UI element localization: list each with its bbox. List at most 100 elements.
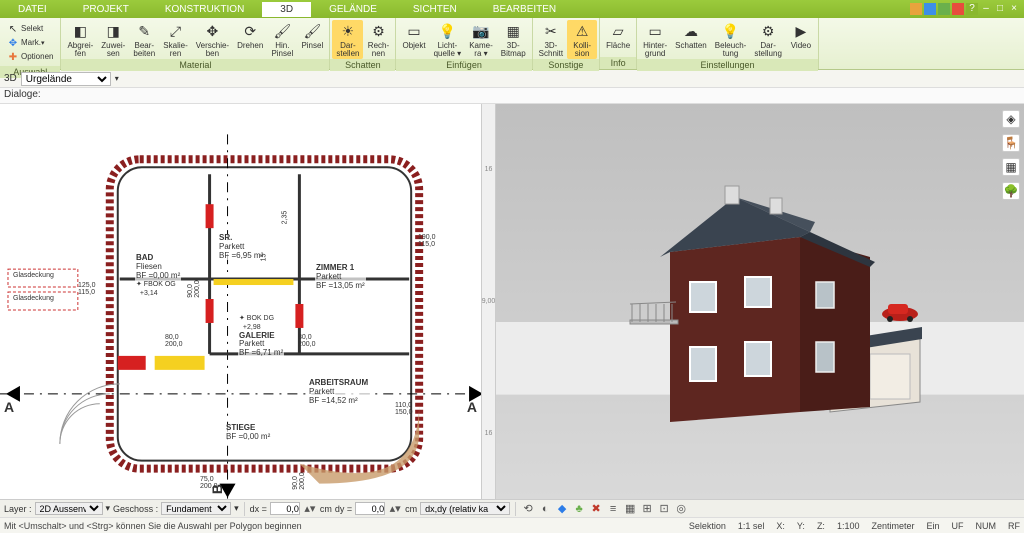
ribbon-button[interactable]: 🖌Hin. Pinsel [267, 20, 297, 59]
menu-datei[interactable]: DATEI [0, 2, 65, 17]
close-icon[interactable]: × [1008, 3, 1020, 15]
tray-icon[interactable] [924, 3, 936, 15]
view-palette: ◈ 🪑 ▦ 🌳 [1002, 110, 1020, 200]
furniture-icon[interactable]: 🪑 [1002, 134, 1020, 152]
menu-bearbeiten[interactable]: BEARBEITEN [475, 2, 574, 17]
tray-icon[interactable] [952, 3, 964, 15]
geschoss-label: Geschoss : [113, 504, 158, 514]
ribbon-button[interactable]: ⤢Skalie- ren [159, 20, 191, 59]
ribbon-icon: ▭ [404, 21, 424, 41]
layer-select[interactable]: Urgelände [21, 72, 111, 86]
ribbon-button[interactable]: ⟳Drehen [233, 20, 267, 51]
tool-icon[interactable]: ⟲ [521, 502, 535, 516]
ribbon-button[interactable]: ▶Video [786, 20, 816, 51]
tool-icon[interactable]: ⊡ [657, 502, 671, 516]
section-b: B [209, 484, 225, 494]
dim: 125,0 115,0 [78, 282, 96, 296]
ribbon-button[interactable]: ☁Schatten [671, 20, 711, 51]
selekt-button[interactable]: ↖Selekt [4, 22, 56, 36]
menu-3d[interactable]: 3D [262, 2, 311, 17]
ribbon-button[interactable]: ⚙Dar- stellung [750, 20, 786, 59]
stepper-icon[interactable]: ▴▾ [388, 502, 402, 516]
ribbon-group-einstellungen: ▭Hinter- grund☁Schatten💡Beleuch- tung⚙Da… [637, 18, 819, 69]
ribbon-button[interactable]: ✎Bear- beiten [129, 20, 159, 59]
help-icon[interactable]: ? [966, 3, 978, 15]
status-x: X: [776, 521, 785, 531]
coord-mode-select[interactable]: dx,dy (relativ ka [420, 502, 510, 515]
ribbon-button[interactable]: ▭Objekt [398, 20, 429, 51]
group-label: Einfügen [396, 59, 531, 71]
3d-viewport[interactable]: ◈ 🪑 ▦ 🌳 [496, 104, 1024, 499]
vertical-ruler: 169,0016 [481, 104, 495, 499]
layers-icon[interactable]: ◈ [1002, 110, 1020, 128]
menu-sichten[interactable]: SICHTEN [395, 2, 475, 17]
ribbon-button[interactable]: ▭Hinter- grund [639, 20, 671, 59]
tool-icon[interactable]: ◎ [674, 502, 688, 516]
plan-viewport[interactable]: BADFliesenBF =0,00 m²✦ FBOK OG +3,14 SR.… [0, 104, 496, 499]
tool-icon[interactable]: ≡ [606, 502, 620, 516]
status-scale: 1:1 sel [738, 521, 765, 531]
ribbon-label: Beleuch- tung [715, 42, 747, 58]
tool-icon[interactable]: ✖ [589, 502, 603, 516]
group-label: Info [600, 57, 636, 69]
status-bar: Mit <Umschalt> und <Strg> können Sie die… [0, 517, 1024, 533]
dx-input[interactable] [270, 502, 300, 515]
menu-konstruktion[interactable]: KONSTRUKTION [147, 2, 262, 17]
dim: 80,0 200,0 [298, 334, 316, 348]
dy-input[interactable] [355, 502, 385, 515]
ribbon-icon: 🖌 [272, 21, 292, 41]
status-hint: Mit <Umschalt> und <Strg> können Sie die… [4, 521, 302, 531]
tray-icon[interactable] [910, 3, 922, 15]
materials-icon[interactable]: ▦ [1002, 158, 1020, 176]
tool-icon[interactable]: ♣ [572, 502, 586, 516]
tool-icon[interactable]: ◆ [555, 502, 569, 516]
group-label: Material [61, 59, 329, 71]
stepper-icon[interactable]: ▴▾ [303, 502, 317, 516]
mark-button[interactable]: ✥Mark.▾ [4, 36, 56, 50]
ribbon-button[interactable]: 🖌Pinsel [297, 20, 327, 51]
ribbon-icon: 📷 [471, 21, 491, 41]
maximize-icon[interactable]: □ [994, 3, 1006, 15]
ribbon-label: Bear- beiten [133, 42, 155, 58]
ribbon-icon: ▶ [791, 21, 811, 41]
ribbon-label: Dar- stellen [336, 42, 359, 58]
ribbon-label: Kolli- sion [573, 42, 591, 58]
tray-icon[interactable] [938, 3, 950, 15]
plants-icon[interactable]: 🌳 [1002, 182, 1020, 200]
ribbon-button[interactable]: 💡Beleuch- tung [711, 20, 751, 59]
ribbon-button[interactable]: ▱Fläche [602, 20, 634, 51]
ribbon-button[interactable]: ◧Abgrei- fen [63, 20, 97, 59]
ribbon-group-material: ◧Abgrei- fen◨Zuwei- sen✎Bear- beiten⤢Ska… [61, 18, 330, 69]
ribbon-button[interactable]: ◨Zuwei- sen [97, 20, 129, 59]
room-zimmer1: ZIMMER 1ParkettBF =13,05 m² [315, 264, 366, 290]
ribbon-button[interactable]: ☀Dar- stellen [332, 20, 363, 59]
ribbon-button[interactable]: ⚠Kolli- sion [567, 20, 597, 59]
ribbon-icon: ◧ [70, 21, 90, 41]
optionen-button[interactable]: ✚Optionen [4, 50, 56, 64]
mark-icon: ✥ [7, 37, 19, 49]
geschoss-select[interactable]: Fundament [161, 502, 231, 515]
layer-select[interactable]: 2D Aussenv [35, 502, 103, 515]
status-unit: Zentimeter [871, 521, 914, 531]
status-selection: Selektion [689, 521, 726, 531]
ribbon-label: Video [791, 42, 811, 50]
room-stiege: STIEGEBF =0,00 m² [225, 424, 271, 442]
menu-gelaende[interactable]: GELÄNDE [311, 2, 395, 17]
tool-icon[interactable]: ▦ [623, 502, 637, 516]
dialog-bar: Dialoge: [0, 88, 1024, 104]
tool-icon[interactable]: ⊞ [640, 502, 654, 516]
ribbon-icon: ☁ [681, 21, 701, 41]
ribbon-label: Dar- stellung [754, 42, 782, 58]
ribbon-button[interactable]: ▦3D- Bitmap [497, 20, 530, 59]
ribbon-button[interactable]: 💡Licht- quelle ▾ [430, 20, 466, 59]
ribbon-button[interactable]: 📷Kame- ra ▾ [465, 20, 497, 59]
tool-icon[interactable]: ◐ [538, 502, 552, 516]
ribbon-label: Hinter- grund [643, 42, 667, 58]
minimize-icon[interactable]: – [980, 3, 992, 15]
section-a-right: A [467, 399, 477, 415]
menu-projekt[interactable]: PROJEKT [65, 2, 147, 17]
bottom-toolbar: Layer : 2D Aussenv ▾ Geschoss : Fundamen… [0, 499, 1024, 517]
ribbon-button[interactable]: ✥Verschie- ben [192, 20, 233, 59]
ribbon-button[interactable]: ⚙Rech- nen [363, 20, 393, 59]
ribbon-button[interactable]: ✂3D- Schnitt [535, 20, 567, 59]
